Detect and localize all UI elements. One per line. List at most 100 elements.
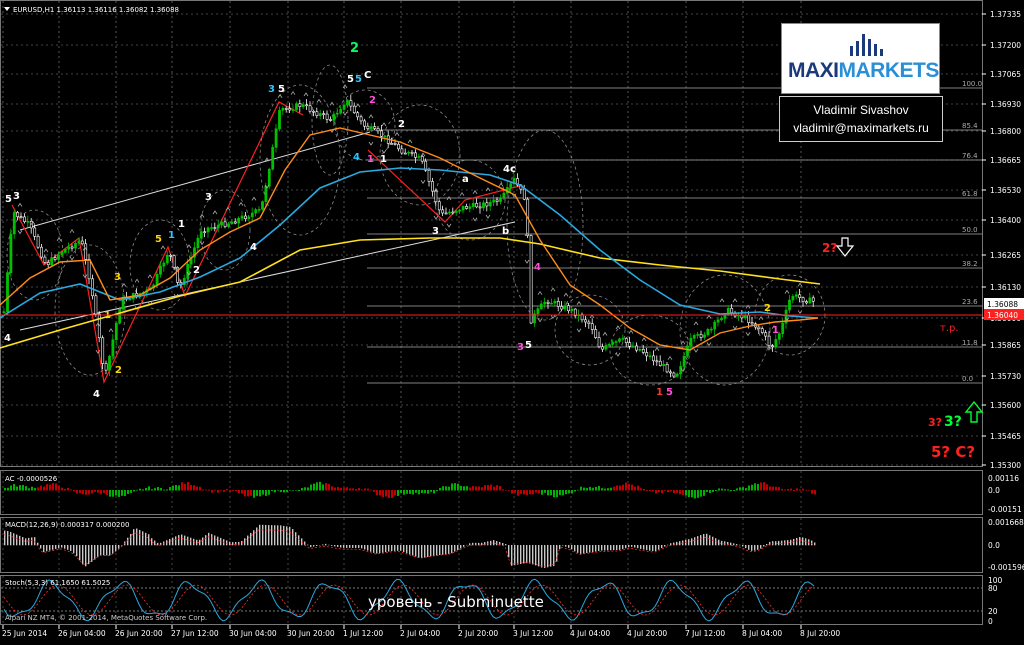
macd-histogram-bar — [175, 536, 176, 545]
fractal-down-mark — [746, 332, 750, 335]
candle-body — [224, 222, 226, 227]
dropdown-triangle-icon[interactable] — [4, 7, 10, 11]
macd-histogram-bar — [7, 531, 8, 545]
ac-histogram-bar — [457, 484, 459, 491]
macd-histogram-bar — [382, 545, 383, 553]
ac-histogram-bar — [142, 489, 144, 490]
ac-histogram-bar — [469, 487, 471, 490]
ac-histogram-bar — [277, 490, 279, 491]
candle-body — [761, 329, 763, 333]
fractal-up-mark — [239, 203, 243, 206]
fractal-up-mark — [122, 284, 126, 287]
ac-histogram-bar — [691, 490, 693, 497]
candle-body — [669, 372, 671, 373]
indicator-axis-label: 20 — [988, 607, 998, 616]
ac-histogram-bar — [49, 484, 51, 490]
macd-histogram-bar — [802, 537, 803, 545]
macd-histogram-bar — [283, 526, 284, 545]
ac-histogram-bar — [79, 490, 81, 493]
ac-histogram-bar — [679, 490, 681, 494]
candle-body — [598, 338, 600, 347]
ac-histogram-bar — [82, 490, 84, 494]
candle-body — [700, 334, 702, 337]
ac-histogram-bar — [73, 490, 75, 491]
candle-body — [768, 336, 770, 346]
ac-histogram-bar — [367, 489, 369, 491]
candle-body — [204, 232, 206, 233]
macd-histogram-bar — [595, 545, 596, 552]
candle-body — [343, 105, 345, 109]
macd-histogram-bar — [85, 545, 86, 566]
wave-label: 1 — [178, 219, 185, 230]
ac-histogram-bar — [409, 490, 411, 494]
wave-label: 4 — [250, 242, 257, 253]
fractal-up-mark — [70, 230, 74, 233]
price-tick-label: 1.37335 — [990, 10, 1021, 19]
candle-body — [285, 108, 287, 109]
candle-body — [3, 312, 5, 313]
candle-body — [693, 335, 695, 338]
ac-histogram-bar — [214, 490, 216, 491]
wave-label: 2 — [350, 41, 359, 56]
time-tick-label: 7 Jul 12:00 — [685, 629, 725, 638]
macd-histogram-bar — [391, 545, 392, 551]
candle-body — [336, 113, 338, 114]
ac-histogram-bar — [466, 486, 468, 490]
candle-body — [374, 127, 376, 129]
ac-histogram-bar — [436, 490, 438, 491]
ac-histogram-bar — [442, 486, 444, 490]
macd-histogram-bar — [97, 545, 98, 557]
chart-window[interactable]: 100.085.476.461.850.038.223.611.80.0 534… — [0, 0, 1024, 641]
candle-body — [455, 211, 457, 213]
fractal-up-mark — [720, 299, 724, 302]
ac-histogram-bar — [115, 490, 117, 496]
candle-body — [493, 200, 495, 202]
candle-body — [697, 334, 699, 335]
ac-histogram-bar — [637, 486, 639, 491]
macd-histogram-bar — [64, 545, 65, 549]
candle-body — [608, 344, 610, 345]
ac-histogram-bar — [742, 487, 744, 490]
ac-histogram-bar — [427, 490, 429, 494]
macd-histogram-bar — [202, 537, 203, 545]
macd-histogram-bar — [106, 545, 107, 555]
candle-body — [462, 206, 464, 210]
macd-histogram-bar — [742, 545, 743, 546]
ac-histogram-bar — [676, 490, 678, 493]
ac-histogram-bar — [37, 487, 39, 490]
ac-histogram-bar — [190, 485, 192, 491]
wave-label: 5 — [525, 340, 532, 351]
ac-histogram-bar — [790, 489, 792, 491]
macd-histogram-bar — [433, 545, 434, 556]
candle-body — [57, 255, 59, 260]
ac-histogram-bar — [58, 485, 60, 490]
candle-body — [306, 105, 308, 106]
candle-body — [765, 333, 767, 337]
candle-body — [540, 304, 542, 309]
macd-histogram-bar — [763, 545, 764, 546]
candle-body — [649, 356, 651, 357]
candle-body — [112, 340, 114, 356]
ac-histogram-bar — [166, 489, 168, 490]
ac-histogram-bar — [349, 488, 351, 490]
ac-histogram-bar — [316, 482, 318, 490]
ac-histogram-bar — [556, 490, 558, 497]
wave-label: C — [364, 70, 371, 81]
macd-histogram-bar — [514, 545, 515, 565]
ac-histogram-bar — [727, 489, 729, 490]
wave-3-question-green: 3? — [944, 414, 962, 430]
fractal-up-mark — [161, 246, 165, 249]
envelope-band — [680, 275, 770, 385]
macd-histogram-bar — [811, 541, 812, 546]
candle-body — [316, 112, 318, 116]
ac-histogram-bar — [487, 485, 489, 491]
candle-body — [54, 258, 56, 260]
ac-histogram-bar — [310, 485, 312, 491]
candle-body — [265, 186, 267, 201]
ac-histogram-bar — [394, 490, 396, 495]
macd-histogram-bar — [379, 545, 380, 553]
ac-histogram-bar — [493, 487, 495, 491]
ac-histogram-bar — [550, 490, 552, 495]
macd-histogram-bar — [760, 545, 761, 549]
ac-histogram-bar — [232, 490, 234, 491]
